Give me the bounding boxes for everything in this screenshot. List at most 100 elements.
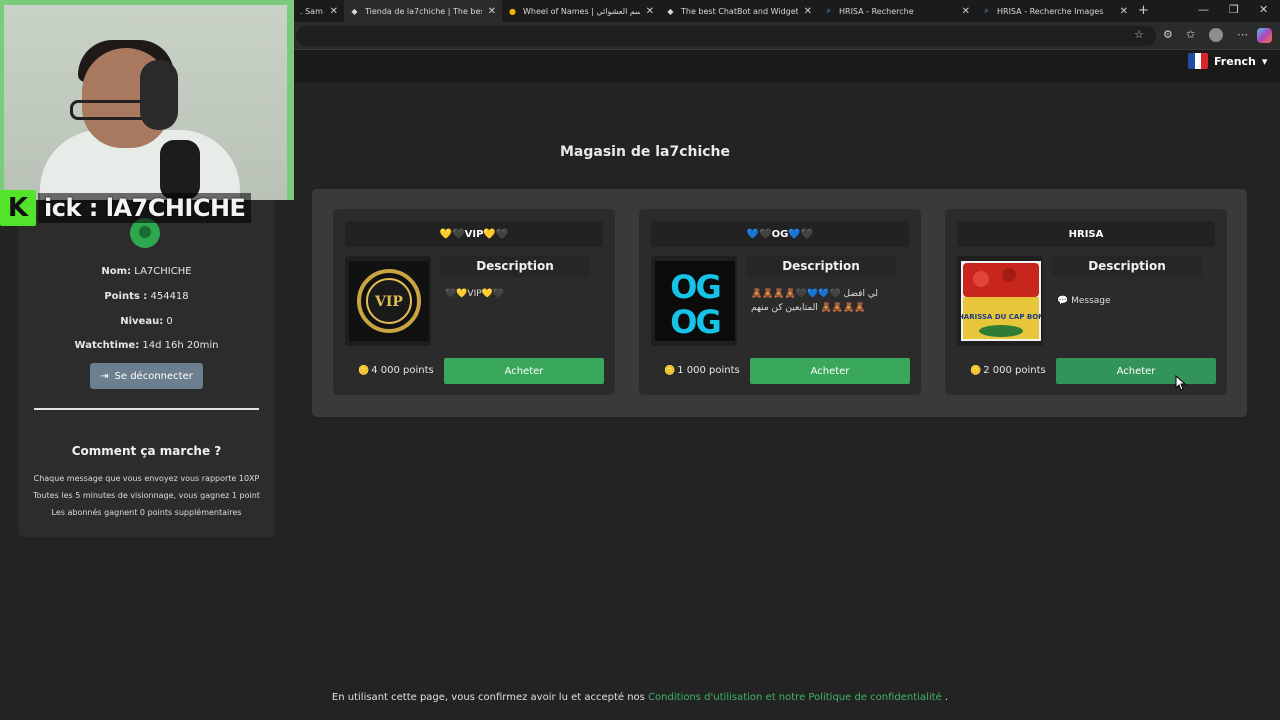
footer-consent: En utilisant cette page, vous confirmez … [0, 692, 1280, 703]
tab-title: HRISA - Recherche [839, 6, 914, 16]
webcam-overlay [0, 0, 294, 200]
shop-item-card: 💛🖤VIP💛🖤 VIP Description 🖤💛VIP💛🖤 🪙 4 000 … [333, 209, 615, 395]
footer-text: En utilisant cette page, vous confirmez … [331, 692, 645, 703]
vip-badge-image: VIP [349, 261, 429, 341]
profile-points: Points : 454418 [18, 291, 275, 302]
kick-channel-name: ick : lA7CHICHE [38, 193, 252, 223]
page-title: Magasin de la7chiche [560, 144, 731, 160]
kick-logo-icon: K [0, 190, 36, 226]
glasses [70, 100, 150, 120]
coins-icon: 🪙 [358, 365, 370, 376]
price-value: 1 000 points [677, 365, 740, 376]
points-label: Points : [104, 291, 148, 302]
item-name: 💛🖤VIP💛🖤 [345, 221, 603, 247]
description-title: Description [746, 255, 896, 277]
search-icon: ⌕ [984, 6, 989, 15]
logout-icon: ⇥ [100, 370, 109, 382]
vip-image-text: VIP [374, 294, 403, 310]
harissa-image-text: HARISSA DU CAP BON [961, 313, 1041, 321]
tab-title: . Sam Sm [300, 6, 324, 16]
browser-tab[interactable]: ● Wheel of Names | الاسم العشوائي ✕ [502, 0, 660, 22]
diamond-icon: ◆ [351, 6, 358, 16]
logout-button[interactable]: ⇥ Se déconnecter [90, 363, 203, 389]
profile-name: Nom: LA7CHICHE [18, 266, 275, 277]
item-price: 🪙 2 000 points [970, 365, 1046, 376]
buy-button[interactable]: Acheter [1056, 358, 1216, 384]
profile-watchtime: Watchtime: 14d 16h 20min [18, 340, 275, 351]
language-selector[interactable]: French ▾ [1188, 53, 1267, 69]
description-message: 💬 Message [1057, 294, 1207, 308]
price-value: 4 000 points [371, 365, 434, 376]
item-price: 🪙 1 000 points [664, 365, 740, 376]
close-icon[interactable]: ✕ [1120, 6, 1128, 17]
wheel-icon: ● [509, 6, 516, 16]
item-image-frame: HARISSA DU CAP BON [957, 256, 1043, 346]
how-line: Chaque message que vous envoyez vous rap… [33, 474, 260, 483]
mouse-cursor-icon [1175, 375, 1187, 391]
watchtime-value: 14d 16h 20min [142, 340, 219, 351]
tab-title: Tienda de la7chiche | The best C [365, 6, 482, 16]
tab-title: HRISA - Recherche Images [997, 6, 1104, 16]
search-icon: ⌕ [826, 6, 831, 15]
name-value: LA7CHICHE [134, 266, 192, 277]
more-icon[interactable]: ⋯ [1237, 28, 1248, 41]
description-title: Description [440, 255, 590, 277]
description-text: 🖤💛VIP💛🖤 [445, 289, 505, 299]
item-image-frame: OG OG [651, 256, 737, 346]
buy-button[interactable]: Acheter [444, 358, 604, 384]
shop-item-card: 💙🖤OG💙🖤 OG OG Description 🧸🧸🧸🧸🖤💙لي افضل 🖤… [639, 209, 921, 395]
close-window-button[interactable]: ✕ [1259, 3, 1268, 16]
browser-tab[interactable]: . Sam Sm ✕ [294, 0, 344, 22]
copilot-icon[interactable] [1257, 28, 1272, 43]
url-field[interactable] [296, 26, 1156, 46]
item-price: 🪙 4 000 points [358, 365, 434, 376]
new-tab-button[interactable]: + [1138, 3, 1149, 18]
close-icon[interactable]: ✕ [646, 6, 654, 17]
browser-tab[interactable]: ◆ The best ChatBot and Widgets fo ✕ [660, 0, 818, 22]
how-line: Les abonnés gagnent 0 points supplémenta… [51, 508, 242, 517]
item-name: 💙🖤OG💙🖤 [651, 221, 909, 247]
watchtime-label: Watchtime: [74, 340, 140, 351]
profile-avatar[interactable] [1209, 28, 1223, 42]
restore-button[interactable]: ❐ [1229, 3, 1239, 16]
og-image-text-bottom: OG [670, 303, 719, 341]
close-icon[interactable]: ✕ [330, 6, 338, 17]
divider [34, 408, 259, 410]
og-image-text-top: OG [670, 268, 719, 306]
description-title: Description [1052, 255, 1202, 277]
terms-link[interactable]: Conditions d'utilisation et notre Politi… [648, 692, 942, 703]
star-icon[interactable]: ☆ [1134, 28, 1144, 41]
favorites-icon[interactable]: ✩ [1186, 28, 1195, 41]
profile-level: Niveau: 0 [18, 316, 275, 327]
language-label: French [1214, 54, 1256, 68]
extensions-icon[interactable]: ⚙ [1163, 28, 1173, 41]
coins-icon: 🪙 [664, 365, 676, 376]
close-icon[interactable]: ✕ [804, 6, 812, 17]
browser-tab[interactable]: ⌕ HRISA - Recherche Images ✕ [976, 0, 1134, 22]
description-text: 🧸🧸🧸🧸🖤💙لي افضل 🖤💙 المتابعين كن منهم 🧸🧸🧸🧸 [751, 289, 879, 313]
how-it-works-title: Comment ça marche ? [71, 444, 222, 458]
kick-logo-banner: K ick : lA7CHICHE [0, 190, 298, 226]
item-image-frame: VIP [345, 256, 431, 346]
browser-tab-active[interactable]: ◆ Tienda de la7chiche | The best C ✕ [344, 0, 502, 22]
description-text: Message [1071, 296, 1111, 306]
footer-end: . [944, 692, 949, 703]
headset [140, 60, 178, 130]
price-value: 2 000 points [983, 365, 1046, 376]
shop-item-card: HRISA HARISSA DU CAP BON Description 💬 M… [945, 209, 1227, 395]
level-label: Niveau: [120, 316, 164, 327]
close-icon[interactable]: ✕ [962, 6, 970, 17]
france-flag-icon [1188, 53, 1208, 69]
chevron-down-icon: ▾ [1261, 54, 1268, 68]
close-icon[interactable]: ✕ [488, 6, 496, 17]
og-logo-image: OG OG [655, 261, 735, 341]
level-value: 0 [166, 316, 173, 327]
minimize-button[interactable]: — [1198, 3, 1209, 16]
message-icon: 💬 [1057, 296, 1069, 306]
harissa-can-image: HARISSA DU CAP BON [961, 261, 1041, 341]
browser-tab[interactable]: ⌕ HRISA - Recherche ✕ [818, 0, 976, 22]
how-line: Toutes les 5 minutes de visionnage, vous… [33, 491, 260, 500]
logout-label: Se déconnecter [114, 370, 193, 382]
buy-button[interactable]: Acheter [750, 358, 910, 384]
tab-title: The best ChatBot and Widgets fo [681, 6, 798, 16]
